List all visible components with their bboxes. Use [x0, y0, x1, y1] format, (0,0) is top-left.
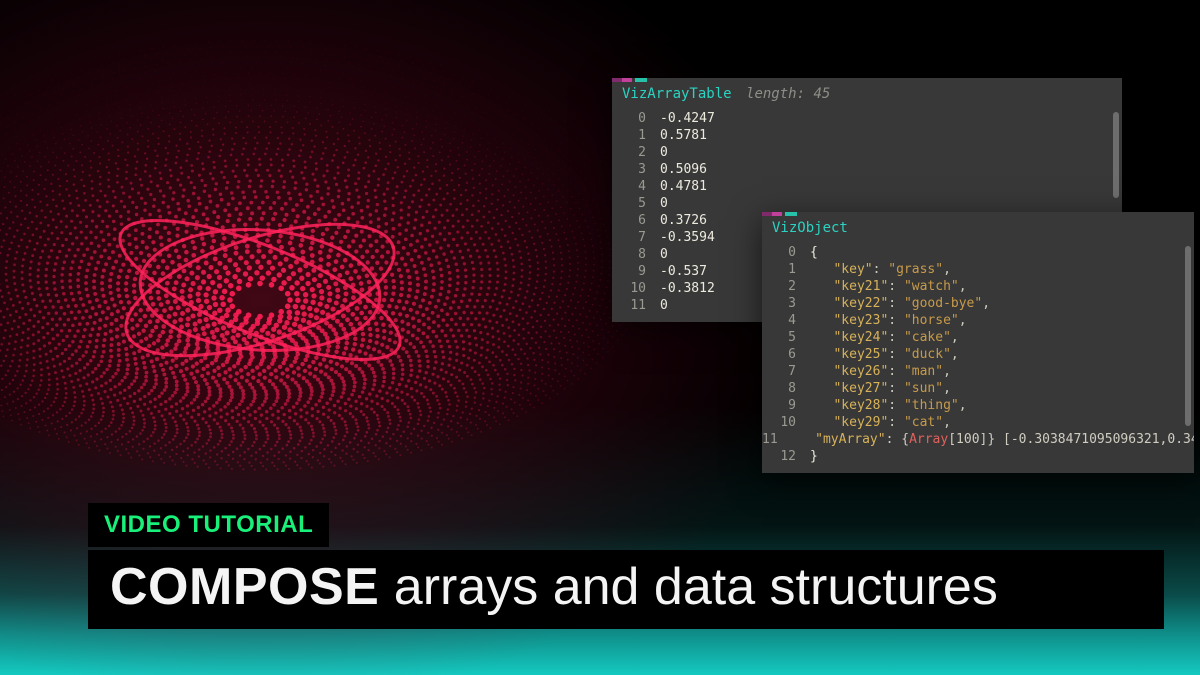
cell-value: 0	[660, 246, 668, 263]
object-entry: "key": "grass",	[810, 261, 951, 278]
line-number: 3	[612, 161, 660, 178]
object-entry: "key29": "cat",	[810, 414, 951, 431]
table-row[interactable]: 10 "key29": "cat",	[762, 414, 1194, 431]
line-number: 10	[612, 280, 660, 297]
cell-value: 0.4781	[660, 178, 707, 195]
line-number: 2	[762, 278, 810, 295]
table-row[interactable]: 3 "key22": "good-bye",	[762, 295, 1194, 312]
close-brace: }	[810, 448, 818, 465]
line-number: 8	[762, 380, 810, 397]
line-number: 8	[612, 246, 660, 263]
line-number: 4	[612, 178, 660, 195]
table-row[interactable]: 20	[612, 144, 1122, 161]
cell-value: 0	[660, 144, 668, 161]
table-row[interactable]: 30.5096	[612, 161, 1122, 178]
table-row[interactable]: 11 "myArray": {Array[100]} [-0.303847109…	[762, 431, 1194, 448]
scrollbar-thumb[interactable]	[1113, 112, 1119, 198]
line-number: 7	[762, 363, 810, 380]
cell-value: 0.5781	[660, 127, 707, 144]
table-row[interactable]: 8 "key27": "sun",	[762, 380, 1194, 397]
object-entry: "key25": "duck",	[810, 346, 959, 363]
scrollbar-thumb[interactable]	[1185, 246, 1191, 426]
table-row[interactable]: 7 "key26": "man",	[762, 363, 1194, 380]
object-entry: "key27": "sun",	[810, 380, 951, 397]
table-row[interactable]: 9 "key28": "thing",	[762, 397, 1194, 414]
panel-header: VizObject	[762, 216, 1194, 240]
open-brace: {	[810, 244, 818, 261]
cell-value: 0.3726	[660, 212, 707, 229]
line-number: 10	[762, 414, 810, 431]
line-number: 9	[762, 397, 810, 414]
table-row[interactable]: 40.4781	[612, 178, 1122, 195]
line-number: 0	[762, 244, 810, 261]
line-number: 3	[762, 295, 810, 312]
line-number: 1	[762, 261, 810, 278]
line-number: 5	[762, 329, 810, 346]
cell-value: 0	[660, 195, 668, 212]
cell-value: -0.3594	[660, 229, 715, 246]
object-entry: "key23": "horse",	[810, 312, 967, 329]
viz-object-panel: VizObject 0{1 "key": "grass",2 "key21": …	[762, 212, 1194, 473]
kicker-badge: VIDEO TUTORIAL	[88, 503, 329, 547]
cell-value: -0.3812	[660, 280, 715, 297]
table-row[interactable]: 0-0.4247	[612, 110, 1122, 127]
object-entry: "key28": "thing",	[810, 397, 967, 414]
line-number: 5	[612, 195, 660, 212]
table-row[interactable]: 6 "key25": "duck",	[762, 346, 1194, 363]
headline-bold: COMPOSE	[110, 558, 379, 616]
panel-title: VizObject	[772, 220, 848, 236]
line-number: 11	[612, 297, 660, 314]
panel-meta: length: 45	[746, 86, 830, 102]
object-entry: "key22": "good-bye",	[810, 295, 990, 312]
panel-header: VizArrayTable length: 45	[612, 82, 1122, 106]
object-entry: "myArray": {Array[100]} [-0.303847109509…	[792, 431, 1194, 448]
object-entry: "key24": "cake",	[810, 329, 959, 346]
cell-value: -0.4247	[660, 110, 715, 127]
table-row[interactable]: 12}	[762, 448, 1194, 465]
table-row[interactable]: 50	[612, 195, 1122, 212]
tutorial-thumbnail: VizArrayTable length: 45 0-0.424710.5781…	[0, 0, 1200, 675]
headline-banner: COMPOSE arrays and data structures	[88, 550, 1164, 629]
line-number: 2	[612, 144, 660, 161]
cell-value: 0.5096	[660, 161, 707, 178]
table-row[interactable]: 2 "key21": "watch",	[762, 278, 1194, 295]
line-number: 0	[612, 110, 660, 127]
line-number: 11	[762, 431, 792, 448]
cell-value: -0.537	[660, 263, 707, 280]
table-row[interactable]: 10.5781	[612, 127, 1122, 144]
panel-body[interactable]: 0{1 "key": "grass",2 "key21": "watch",3 …	[762, 240, 1194, 473]
headline-rest: arrays and data structures	[379, 558, 998, 616]
table-row[interactable]: 1 "key": "grass",	[762, 261, 1194, 278]
panel-title: VizArrayTable	[622, 86, 732, 102]
table-row[interactable]: 4 "key23": "horse",	[762, 312, 1194, 329]
cell-value: 0	[660, 297, 668, 314]
table-row[interactable]: 5 "key24": "cake",	[762, 329, 1194, 346]
line-number: 12	[762, 448, 810, 465]
line-number: 6	[612, 212, 660, 229]
table-row[interactable]: 0{	[762, 244, 1194, 261]
background-art-swirl	[0, 0, 700, 560]
line-number: 6	[762, 346, 810, 363]
line-number: 1	[612, 127, 660, 144]
object-entry: "key26": "man",	[810, 363, 951, 380]
line-number: 7	[612, 229, 660, 246]
line-number: 9	[612, 263, 660, 280]
object-entry: "key21": "watch",	[810, 278, 967, 295]
line-number: 4	[762, 312, 810, 329]
